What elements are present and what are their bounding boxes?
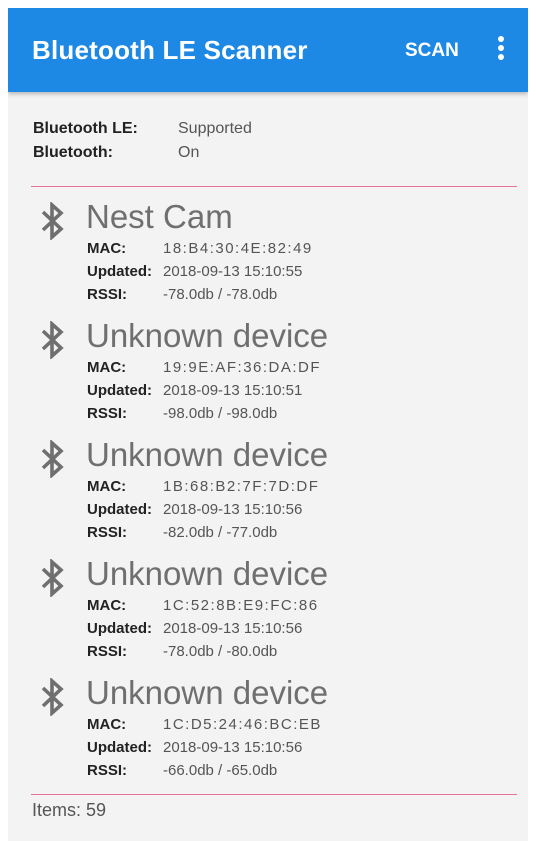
device-updated-row: Updated: 2018-09-13 15:10:51 [87, 382, 302, 399]
device-mac: 1C:52:8B:E9:FC:86 [163, 597, 319, 614]
rssi-label: RSSI: [87, 405, 128, 422]
device-name: Unknown device [86, 555, 329, 592]
device-mac: 1B:68:B2:7F:7D:DF [163, 478, 320, 495]
status-label: Bluetooth: [33, 144, 113, 161]
bluetooth-icon [41, 202, 64, 240]
more-vert-icon[interactable] [496, 36, 506, 66]
device-mac-row: MAC: 1C:52:8B:E9:FC:86 [87, 597, 319, 614]
device-updated: 2018-09-13 15:10:51 [163, 382, 303, 399]
device-updated-row: Updated: 2018-09-13 15:10:56 [87, 620, 302, 637]
device-rssi-row: RSSI: -98.0db / -98.0db [87, 405, 277, 422]
rssi-label: RSSI: [87, 524, 128, 541]
status-value: Supported [178, 120, 252, 137]
device-rssi-row: RSSI: -82.0db / -77.0db [87, 524, 277, 541]
mac-label: MAC: [87, 240, 127, 257]
bluetooth-status: Bluetooth LE: Supported Bluetooth: On [33, 120, 433, 168]
device-rssi-row: RSSI: -66.0db / -65.0db [87, 762, 277, 779]
device-updated-row: Updated: 2018-09-13 15:10:56 [87, 739, 302, 756]
device-rssi: -78.0db / -78.0db [163, 286, 278, 303]
status-row-ble: Bluetooth LE: Supported [33, 120, 433, 144]
rssi-label: RSSI: [87, 643, 128, 660]
device-rssi: -82.0db / -77.0db [163, 524, 278, 541]
device-list-item[interactable]: Unknown device MAC: 1C:D5:24:46:BC:EB Upd… [8, 670, 528, 789]
status-value: On [178, 144, 200, 161]
bottom-divider [31, 794, 517, 795]
device-mac: 18:B4:30:4E:82:49 [163, 240, 313, 257]
device-updated-row: Updated: 2018-09-13 15:10:55 [87, 263, 302, 280]
device-list-item[interactable]: Nest Cam MAC: 18:B4:30:4E:82:49 Updated: 2… [8, 194, 528, 313]
device-list-item[interactable]: Unknown device MAC: 1C:52:8B:E9:FC:86 Upd… [8, 551, 528, 670]
device-mac: 19:9E:AF:36:DA:DF [163, 359, 322, 376]
updated-label: Updated: [87, 382, 152, 399]
rssi-label: RSSI: [87, 762, 128, 779]
device-rssi: -66.0db / -65.0db [163, 762, 278, 779]
app-bar: Bluetooth LE Scanner SCAN [8, 8, 528, 92]
device-mac-row: MAC: 1B:68:B2:7F:7D:DF [87, 478, 319, 495]
device-rssi: -98.0db / -98.0db [163, 405, 278, 422]
bluetooth-icon [41, 559, 64, 597]
bluetooth-icon [41, 321, 64, 359]
device-list-item[interactable]: Unknown device MAC: 19:9E:AF:36:DA:DF Upd… [8, 313, 528, 432]
device-name: Unknown device [86, 436, 329, 473]
items-count: Items: 59 [32, 800, 107, 820]
device-updated: 2018-09-13 15:10:56 [163, 739, 303, 756]
device-name: Nest Cam [86, 198, 233, 235]
device-list-item[interactable]: Unknown device MAC: 1B:68:B2:7F:7D:DF Upd… [8, 432, 528, 551]
mac-label: MAC: [87, 478, 127, 495]
scan-button[interactable]: SCAN [405, 40, 459, 62]
device-rssi-row: RSSI: -78.0db / -80.0db [87, 643, 277, 660]
bluetooth-icon [41, 440, 64, 478]
device-mac: 1C:D5:24:46:BC:EB [163, 716, 322, 733]
device-mac-row: MAC: 19:9E:AF:36:DA:DF [87, 359, 321, 376]
device-name: Unknown device [86, 674, 329, 711]
status-label: Bluetooth LE: [33, 120, 138, 137]
app-screen: Bluetooth LE Scanner SCAN Bluetooth LE: S… [8, 8, 528, 841]
device-rssi: -78.0db / -80.0db [163, 643, 278, 660]
device-updated-row: Updated: 2018-09-13 15:10:56 [87, 501, 302, 518]
app-title: Bluetooth LE Scanner [32, 35, 308, 65]
device-name: Unknown device [86, 317, 329, 354]
mac-label: MAC: [87, 597, 127, 614]
updated-label: Updated: [87, 263, 152, 280]
mac-label: MAC: [87, 359, 127, 376]
updated-label: Updated: [87, 739, 152, 756]
rssi-label: RSSI: [87, 286, 128, 303]
device-updated: 2018-09-13 15:10:55 [163, 263, 303, 280]
device-rssi-row: RSSI: -78.0db / -78.0db [87, 286, 277, 303]
status-row-bluetooth: Bluetooth: On [33, 144, 433, 168]
mac-label: MAC: [87, 716, 127, 733]
device-mac-row: MAC: 18:B4:30:4E:82:49 [87, 240, 313, 257]
bluetooth-icon [41, 678, 64, 716]
device-updated: 2018-09-13 15:10:56 [163, 501, 303, 518]
device-list[interactable]: Nest Cam MAC: 18:B4:30:4E:82:49 Updated: 2… [8, 194, 528, 794]
device-mac-row: MAC: 1C:D5:24:46:BC:EB [87, 716, 322, 733]
updated-label: Updated: [87, 501, 152, 518]
top-divider [31, 186, 517, 187]
updated-label: Updated: [87, 620, 152, 637]
device-updated: 2018-09-13 15:10:56 [163, 620, 303, 637]
